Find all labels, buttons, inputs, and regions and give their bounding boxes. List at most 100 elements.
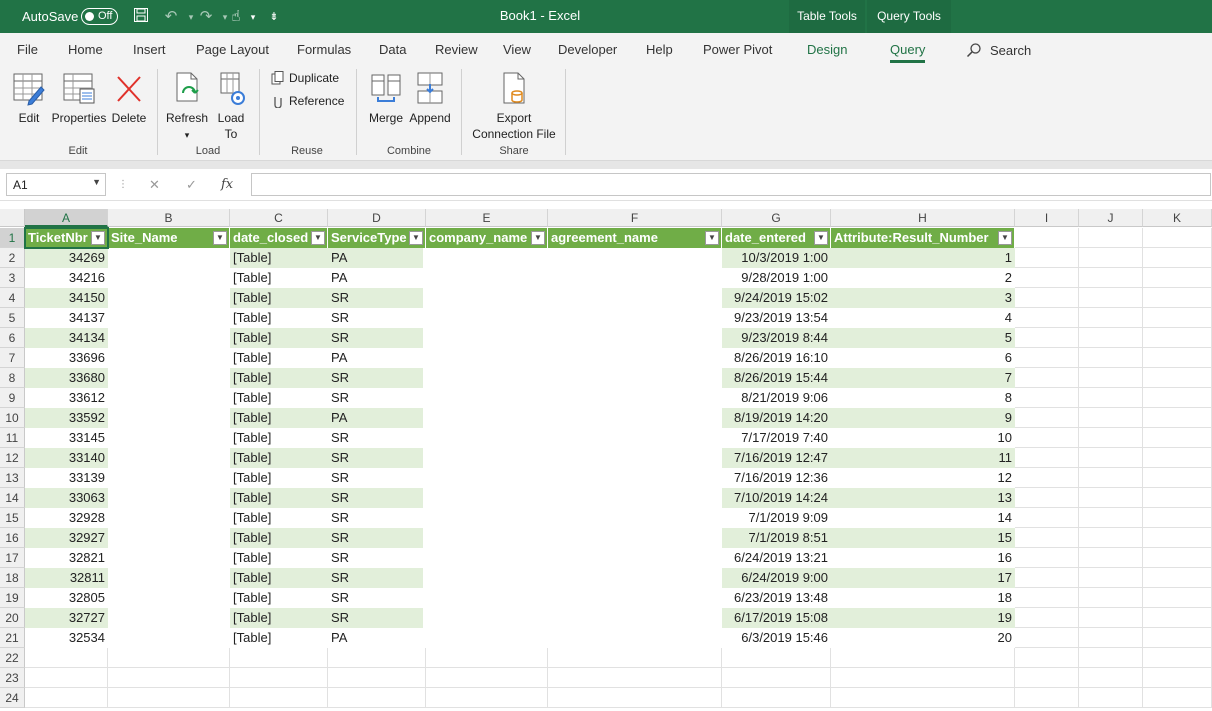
table-cell[interactable]: PA — [328, 348, 423, 368]
empty-cell[interactable] — [1015, 268, 1079, 288]
empty-cell[interactable] — [1015, 668, 1079, 688]
table-cell[interactable]: 16 — [831, 548, 1015, 568]
table-cell[interactable]: 18 — [831, 588, 1015, 608]
empty-cell[interactable] — [1079, 228, 1143, 248]
table-cell[interactable] — [108, 488, 230, 508]
table-cell[interactable]: 34137 — [25, 308, 108, 328]
empty-cell[interactable] — [1079, 288, 1143, 308]
table-cell[interactable] — [548, 468, 722, 488]
redo-icon[interactable]: ↷ — [196, 7, 216, 27]
empty-cell[interactable] — [1079, 308, 1143, 328]
empty-cell[interactable] — [831, 668, 1015, 688]
refresh-dropdown-icon[interactable]: ▾ — [185, 130, 190, 140]
empty-cell[interactable] — [1079, 488, 1143, 508]
table-cell[interactable]: 14 — [831, 508, 1015, 528]
empty-cell[interactable] — [1079, 368, 1143, 388]
table-cell[interactable] — [108, 368, 230, 388]
table-cell[interactable]: 17 — [831, 568, 1015, 588]
row-header-12[interactable]: 12 — [0, 448, 25, 468]
table-cell[interactable] — [426, 248, 548, 268]
table-cell[interactable]: 6/17/2019 15:08 — [722, 608, 831, 628]
table-cell[interactable]: SR — [328, 528, 423, 548]
table-cell[interactable] — [548, 328, 722, 348]
table-cell[interactable] — [426, 448, 548, 468]
table-cell[interactable] — [548, 608, 722, 628]
table-cell[interactable]: 7/16/2019 12:47 — [722, 448, 831, 468]
table-cell[interactable] — [108, 268, 230, 288]
empty-cell[interactable] — [1079, 588, 1143, 608]
row-header-19[interactable]: 19 — [0, 588, 25, 608]
table-cell[interactable]: SR — [328, 388, 423, 408]
tab-developer[interactable]: Developer — [558, 42, 617, 57]
empty-cell[interactable] — [426, 688, 548, 708]
name-box[interactable]: A1 ▼ — [6, 173, 106, 196]
table-cell[interactable]: 9/28/2019 1:00 — [722, 268, 831, 288]
column-header-k[interactable]: K — [1143, 209, 1212, 227]
table-cell[interactable] — [426, 308, 548, 328]
empty-cell[interactable] — [1143, 268, 1212, 288]
table-cell[interactable]: SR — [328, 368, 423, 388]
row-header-24[interactable]: 24 — [0, 688, 25, 708]
row-header-9[interactable]: 9 — [0, 388, 25, 408]
empty-cell[interactable] — [1079, 628, 1143, 648]
empty-cell[interactable] — [1015, 348, 1079, 368]
table-cell[interactable]: SR — [328, 308, 423, 328]
table-cell[interactable]: 7/1/2019 8:51 — [722, 528, 831, 548]
table-header-date-closed[interactable]: date_closed ▼ — [230, 228, 328, 248]
row-header-23[interactable]: 23 — [0, 668, 25, 688]
row-header-15[interactable]: 15 — [0, 508, 25, 528]
table-cell[interactable] — [108, 608, 230, 628]
empty-cell[interactable] — [1143, 528, 1212, 548]
table-cell[interactable]: 32821 — [25, 548, 108, 568]
table-cell[interactable]: [Table] — [230, 508, 328, 528]
table-cell[interactable]: 33612 — [25, 388, 108, 408]
table-cell[interactable] — [108, 528, 230, 548]
empty-cell[interactable] — [1143, 328, 1212, 348]
table-header-ticketnbr[interactable]: TicketNbr ▼ — [25, 228, 108, 248]
column-header-e[interactable]: E — [426, 209, 548, 227]
table-cell[interactable] — [426, 468, 548, 488]
row-header-14[interactable]: 14 — [0, 488, 25, 508]
empty-cell[interactable] — [1079, 608, 1143, 628]
empty-cell[interactable] — [1079, 528, 1143, 548]
search-box[interactable]: Search — [966, 42, 1031, 58]
empty-cell[interactable] — [1079, 408, 1143, 428]
column-header-c[interactable]: C — [230, 209, 328, 227]
table-cell[interactable]: 6/3/2019 15:46 — [722, 628, 831, 648]
table-cell[interactable] — [548, 448, 722, 468]
row-header-20[interactable]: 20 — [0, 608, 25, 628]
table-cell[interactable] — [108, 628, 230, 648]
empty-cell[interactable] — [108, 648, 230, 668]
formula-input[interactable] — [251, 173, 1211, 196]
empty-cell[interactable] — [1079, 648, 1143, 668]
table-cell[interactable]: 15 — [831, 528, 1015, 548]
table-cell[interactable]: 32727 — [25, 608, 108, 628]
column-header-a[interactable]: A — [25, 209, 108, 227]
table-cell[interactable] — [548, 508, 722, 528]
row-header-8[interactable]: 8 — [0, 368, 25, 388]
table-cell[interactable] — [108, 568, 230, 588]
table-cell[interactable]: 13 — [831, 488, 1015, 508]
tab-query[interactable]: Query — [890, 42, 926, 63]
table-cell[interactable]: 10/3/2019 1:00 — [722, 248, 831, 268]
table-header-company-name[interactable]: company_name ▼ — [426, 228, 548, 248]
table-cell[interactable] — [548, 488, 722, 508]
empty-cell[interactable] — [1143, 348, 1212, 368]
table-cell[interactable]: 7/16/2019 12:36 — [722, 468, 831, 488]
table-header-attribute-result-number[interactable]: Attribute:Result_Number ▼ — [831, 228, 1015, 248]
empty-cell[interactable] — [722, 668, 831, 688]
empty-cell[interactable] — [1015, 568, 1079, 588]
column-header-i[interactable]: I — [1015, 209, 1079, 227]
empty-cell[interactable] — [722, 688, 831, 708]
empty-cell[interactable] — [1143, 548, 1212, 568]
empty-cell[interactable] — [426, 668, 548, 688]
column-header-d[interactable]: D — [328, 209, 426, 227]
table-cell[interactable] — [108, 508, 230, 528]
table-cell[interactable] — [426, 348, 548, 368]
empty-cell[interactable] — [25, 668, 108, 688]
empty-cell[interactable] — [230, 648, 328, 668]
empty-cell[interactable] — [1015, 368, 1079, 388]
table-cell[interactable]: 9/23/2019 13:54 — [722, 308, 831, 328]
empty-cell[interactable] — [1143, 568, 1212, 588]
empty-cell[interactable] — [1015, 248, 1079, 268]
